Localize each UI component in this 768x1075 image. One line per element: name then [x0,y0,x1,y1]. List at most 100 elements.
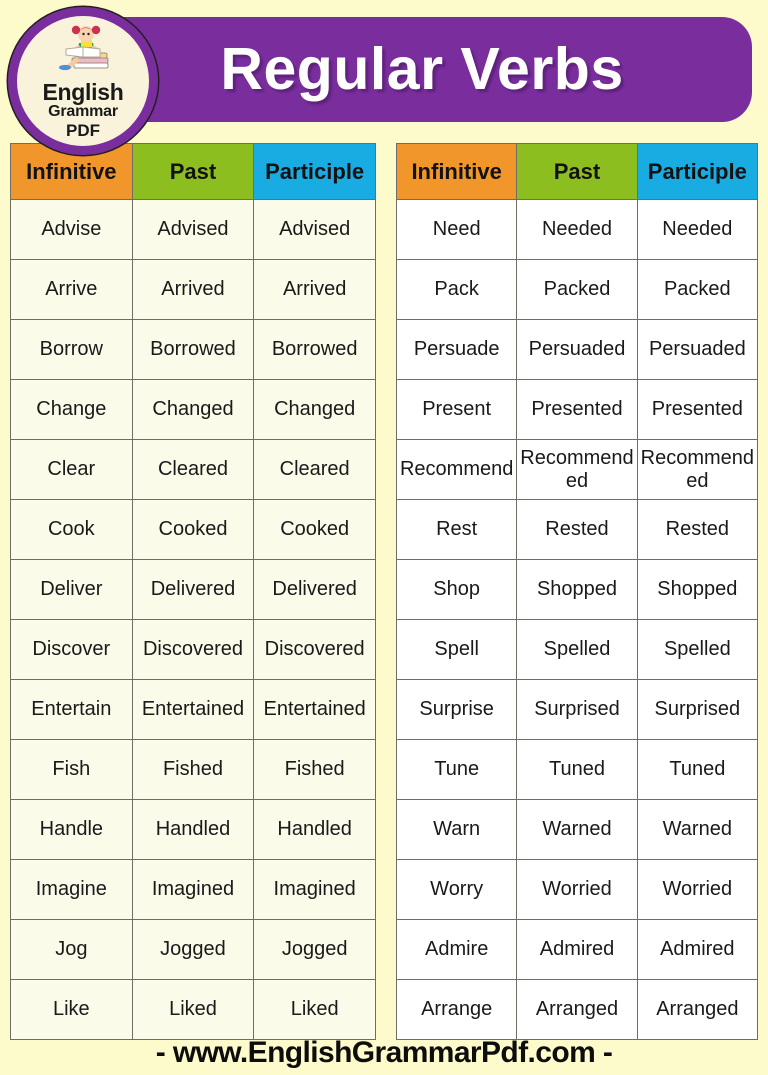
cell-participle: Handled [253,799,376,860]
cell-past: Changed [131,379,255,440]
cell-past: Jogged [131,919,255,980]
cell-participle: Cleared [253,439,376,500]
table-row: Cook Cooked Cooked [10,499,376,560]
cell-infinitive: Persuade [395,319,518,380]
cell-infinitive: Deliver [10,559,133,620]
cell-infinitive: Admire [395,919,518,980]
cell-infinitive: Shop [395,559,518,620]
cell-participle: Tuned [636,739,759,800]
girl-reading-books-icon [52,23,114,80]
cell-participle: Presented [636,379,759,440]
cell-infinitive: Jog [10,919,133,980]
table-row: Advise Advised Advised [10,199,376,260]
cell-participle: Jogged [253,919,376,980]
cell-past: Presented [516,379,638,440]
cell-infinitive: Like [10,979,133,1040]
table-row: Arrange Arranged Arranged [395,979,759,1040]
table-row: Clear Cleared Cleared [10,439,376,500]
cell-infinitive: Surprise [395,679,518,740]
verb-table-left: Infinitive Past Participle Advise Advised… [10,143,376,1040]
table-row: Worry Worried Worried [395,859,759,920]
cell-past: Tuned [516,739,638,800]
cell-participle: Advised [253,199,376,260]
cell-participle: Borrowed [253,319,376,380]
cell-past: Cleared [131,439,255,500]
table-row: Spell Spelled Spelled [395,619,759,680]
table-row: Admire Admired Admired [395,919,759,980]
column-header-infinitive: Infinitive [395,143,518,200]
cell-past: Delivered [131,559,255,620]
cell-participle: Rested [636,499,759,560]
table-row: Warn Warned Warned [395,799,759,860]
table-row: Rest Rested Rested [395,499,759,560]
cell-past: Cooked [131,499,255,560]
cell-infinitive: Entertain [10,679,133,740]
table-row: Like Liked Liked [10,979,376,1040]
verb-table-right: Infinitive Past Participle Need Needed Nee… [395,143,759,1040]
cell-participle: Packed [636,259,759,320]
cell-past: Fished [131,739,255,800]
cell-participle: Changed [253,379,376,440]
cell-participle: Arranged [636,979,759,1040]
cell-past: Advised [131,199,255,260]
cell-past: Imagined [131,859,255,920]
column-header-past: Past [131,143,255,200]
column-header-participle: Participle [253,143,376,200]
cell-infinitive: Fish [10,739,133,800]
cell-participle: Surprised [636,679,759,740]
cell-past: Handled [131,799,255,860]
cell-infinitive: Rest [395,499,518,560]
cell-participle: Fished [253,739,376,800]
table-row: Handle Handled Handled [10,799,376,860]
table-row: Tune Tuned Tuned [395,739,759,800]
cell-infinitive: Need [395,199,518,260]
table-right-body: Need Needed Needed Pack Packed Packed Persuade… [395,199,759,1040]
table-row: Change Changed Changed [10,379,376,440]
table-row: Need Needed Needed [395,199,759,260]
cell-past: Entertained [131,679,255,740]
cell-past: Needed [516,199,638,260]
cell-infinitive: Pack [395,259,518,320]
cell-participle: Entertained [253,679,376,740]
cell-infinitive: Worry [395,859,518,920]
logo-line-english: English [42,79,124,105]
cell-participle: Liked [253,979,376,1040]
logo-line-grammar: Grammar [48,103,118,121]
column-header-participle: Participle [636,143,759,200]
table-row: Recommend Recommended Recommended [395,439,759,500]
table-row: Present Presented Presented [395,379,759,440]
table-row: Jog Jogged Jogged [10,919,376,980]
logo-badge: English Grammar PDF [8,7,158,155]
cell-infinitive: Advise [10,199,133,260]
table-row: Deliver Delivered Delivered [10,559,376,620]
table-row: Surprise Surprised Surprised [395,679,759,740]
cell-participle: Admired [636,919,759,980]
cell-past: Packed [516,259,638,320]
cell-participle: Discovered [253,619,376,680]
table-row: Pack Packed Packed [395,259,759,320]
cell-participle: Recommended [636,439,759,500]
cell-infinitive: Handle [10,799,133,860]
cell-infinitive: Present [395,379,518,440]
table-row: Persuade Persuaded Persuaded [395,319,759,380]
cell-participle: Persuaded [636,319,759,380]
cell-past: Spelled [516,619,638,680]
footer-website-url: - www.EnglishGrammarPdf.com - [155,1036,613,1069]
cell-infinitive: Borrow [10,319,133,380]
cell-past: Persuaded [516,319,638,380]
table-row: Imagine Imagined Imagined [10,859,376,920]
page-title: Regular Verbs [220,36,624,102]
cell-infinitive: Warn [395,799,518,860]
cell-participle: Worried [636,859,759,920]
table-header-row: Infinitive Past Participle [395,143,759,200]
cell-participle: Shopped [636,559,759,620]
cell-past: Warned [516,799,638,860]
cell-past: Liked [131,979,255,1040]
cell-infinitive: Spell [395,619,518,680]
header-banner: Regular Verbs [92,17,752,122]
cell-participle: Delivered [253,559,376,620]
cell-past: Shopped [516,559,638,620]
cell-infinitive: Change [10,379,133,440]
logo-line-pdf: PDF [66,121,100,141]
cell-past: Recommended [516,439,638,500]
